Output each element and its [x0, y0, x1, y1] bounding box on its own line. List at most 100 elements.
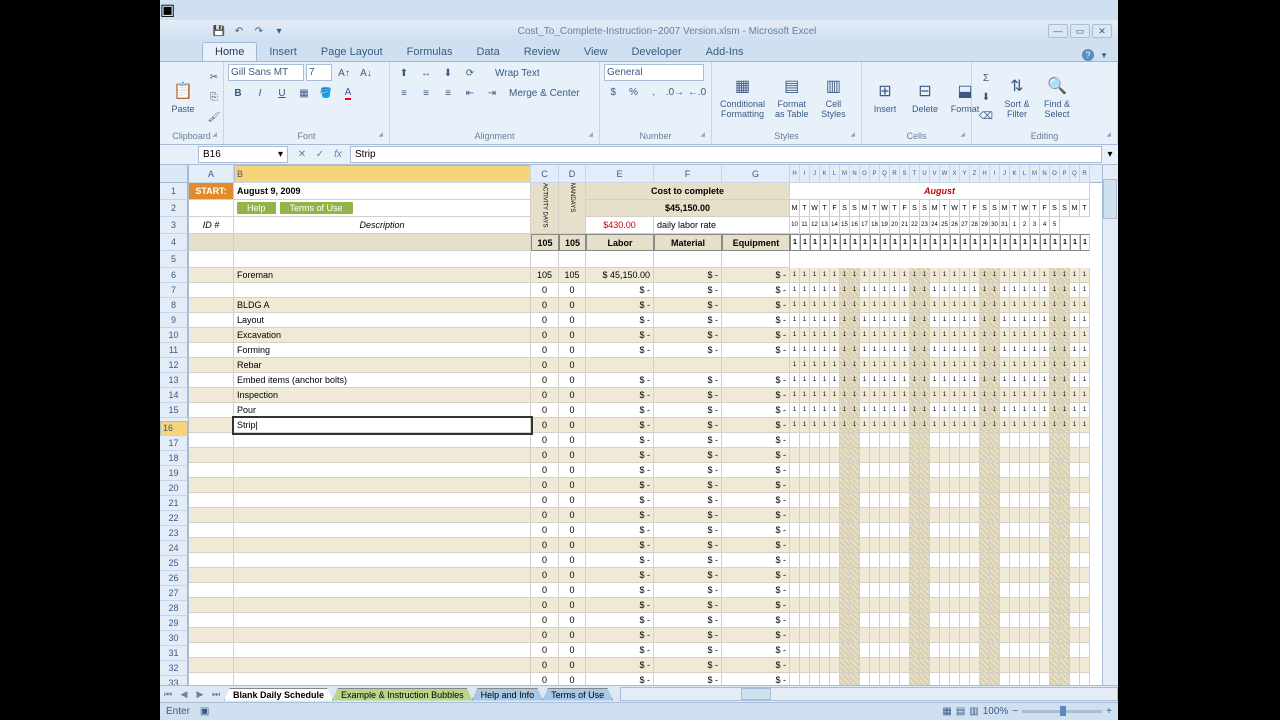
tab-addins[interactable]: Add-Ins: [694, 43, 756, 61]
font-name-select[interactable]: Gill Sans MT: [228, 64, 304, 81]
wrap-text-button[interactable]: Wrap Text: [490, 64, 545, 82]
insert-button[interactable]: ⊞Insert: [866, 77, 904, 117]
shrink-font-icon[interactable]: A↓: [356, 64, 376, 82]
vertical-scrollbar[interactable]: [1102, 165, 1118, 685]
view-break-icon[interactable]: ▥: [969, 706, 978, 717]
worksheet: 1234567891011121314151617181920212223242…: [160, 165, 1118, 685]
bold-icon[interactable]: B: [228, 84, 248, 102]
name-box[interactable]: B16▾: [198, 146, 288, 163]
inc-dec-icon[interactable]: .0→: [665, 83, 685, 101]
tab-nav-last[interactable]: ⏭: [208, 689, 224, 700]
enter-icon[interactable]: ✓: [312, 149, 328, 160]
minimize-button[interactable]: —: [1048, 24, 1068, 38]
number-format-select[interactable]: General: [604, 64, 704, 81]
formula-input[interactable]: Strip: [350, 146, 1102, 163]
tab-formulas[interactable]: Formulas: [395, 43, 465, 61]
currency-icon[interactable]: $: [604, 83, 622, 101]
fx-icon[interactable]: fx: [330, 149, 346, 160]
align-center-icon[interactable]: ≡: [416, 84, 436, 102]
ribbon-min-icon[interactable]: ▾: [1098, 49, 1110, 61]
tab-developer[interactable]: Developer: [619, 43, 693, 61]
align-bot-icon[interactable]: ⬇: [438, 64, 458, 82]
find-select-button[interactable]: 🔍Find &Select: [1038, 72, 1076, 122]
office-button[interactable]: ▣: [160, 0, 1118, 20]
undo-icon[interactable]: ↶: [232, 24, 246, 38]
paste-button[interactable]: 📋Paste: [164, 77, 202, 117]
sheet-tab[interactable]: Blank Daily Schedule: [224, 688, 333, 701]
delete-button[interactable]: ⊟Delete: [906, 77, 944, 117]
tab-review[interactable]: Review: [512, 43, 572, 61]
zoom-slider[interactable]: [1022, 710, 1102, 713]
align-mid-icon[interactable]: ↔: [416, 64, 436, 82]
zoom-in-icon[interactable]: +: [1106, 706, 1112, 717]
clear-icon[interactable]: ⌫: [976, 107, 996, 125]
tab-view[interactable]: View: [572, 43, 620, 61]
horizontal-scrollbar[interactable]: [620, 687, 1118, 701]
group-styles: Styles: [716, 130, 857, 142]
sheet-tabs: ⏮ ◀ ▶ ⏭ Blank Daily ScheduleExample & In…: [160, 685, 1118, 702]
view-normal-icon[interactable]: ▦: [942, 706, 951, 717]
group-number: Number: [604, 130, 707, 142]
window-title: Cost_To_Complete-Instruction~2007 Versio…: [286, 26, 1048, 37]
indent-dec-icon[interactable]: ⇤: [460, 84, 480, 102]
merge-center-button[interactable]: Merge & Center: [504, 84, 585, 102]
orient-icon[interactable]: ⟳: [460, 64, 480, 82]
fill-down-icon[interactable]: ⬇: [976, 88, 996, 106]
percent-icon[interactable]: %: [624, 83, 642, 101]
painter-icon[interactable]: 🖌: [204, 108, 224, 126]
help-icon[interactable]: ?: [1082, 49, 1094, 61]
indent-inc-icon[interactable]: ⇥: [482, 84, 502, 102]
group-font: Font: [228, 130, 385, 142]
fill-icon[interactable]: 🪣: [316, 84, 336, 102]
tab-data[interactable]: Data: [464, 43, 511, 61]
close-button[interactable]: ✕: [1092, 24, 1112, 38]
redo-icon[interactable]: ↷: [252, 24, 266, 38]
align-left-icon[interactable]: ≡: [394, 84, 414, 102]
italic-icon[interactable]: I: [250, 84, 270, 102]
formula-bar: B16▾ ✕✓fx Strip ▾: [160, 145, 1118, 165]
dec-dec-icon[interactable]: ←.0: [687, 83, 707, 101]
grow-font-icon[interactable]: A↑: [334, 64, 354, 82]
border-icon[interactable]: ▦: [294, 84, 314, 102]
status-bar: Enter ▣ ▦ ▤ ▥ 100% − +: [160, 702, 1118, 720]
macro-record-icon[interactable]: ▣: [200, 706, 209, 717]
sheet-tab[interactable]: Example & Instruction Bubbles: [332, 688, 473, 701]
cond-format-button[interactable]: ▦ConditionalFormatting: [716, 72, 769, 122]
font-size-select[interactable]: 7: [306, 64, 332, 81]
column-headers[interactable]: ABCDEFGHIJKLMNOPQRSTUVWXYZHIJKLMNOPQR: [189, 165, 1102, 183]
row-headers[interactable]: 1234567891011121314151617181920212223242…: [160, 165, 189, 685]
zoom-level[interactable]: 100%: [983, 706, 1009, 717]
view-layout-icon[interactable]: ▤: [956, 706, 965, 717]
group-editing: Editing: [976, 130, 1113, 142]
underline-icon[interactable]: U: [272, 84, 292, 102]
titlebar: 💾 ↶ ↷ ▾ Cost_To_Complete-Instruction~200…: [160, 20, 1118, 42]
format-table-button[interactable]: ▤Formatas Table: [771, 72, 812, 122]
cancel-icon[interactable]: ✕: [294, 149, 310, 160]
cut-icon[interactable]: ✂: [204, 68, 224, 86]
align-top-icon[interactable]: ⬆: [394, 64, 414, 82]
maximize-button[interactable]: ▭: [1070, 24, 1090, 38]
sheet-tab[interactable]: Help and Info: [472, 688, 544, 701]
expand-formula-icon[interactable]: ▾: [1102, 149, 1118, 160]
zoom-out-icon[interactable]: −: [1012, 706, 1018, 717]
tab-page-layout[interactable]: Page Layout: [309, 43, 395, 61]
autosum-icon[interactable]: Σ: [976, 69, 996, 87]
sheet-tab[interactable]: Terms of Use: [542, 688, 613, 701]
cell-grid[interactable]: START:August 9, 2009ACTIVITY DAYSMANDAYS…: [189, 183, 1102, 685]
cell-styles-button[interactable]: ▥CellStyles: [814, 72, 852, 122]
tab-nav-prev[interactable]: ◀: [176, 689, 192, 700]
tab-insert[interactable]: Insert: [257, 43, 309, 61]
save-icon[interactable]: 💾: [212, 24, 226, 38]
tab-nav-next[interactable]: ▶: [192, 689, 208, 700]
font-color-icon[interactable]: A: [338, 84, 358, 102]
sort-filter-button[interactable]: ⇅Sort &Filter: [998, 72, 1036, 122]
comma-icon[interactable]: ,: [645, 83, 663, 101]
group-clipboard: Clipboard: [164, 130, 219, 142]
qat-dropdown-icon[interactable]: ▾: [272, 24, 286, 38]
copy-icon[interactable]: ⎘: [204, 88, 224, 106]
tab-home[interactable]: Home: [202, 42, 257, 61]
excel-window: ▣ 💾 ↶ ↷ ▾ Cost_To_Complete-Instruction~2…: [160, 0, 1118, 720]
tab-nav-first[interactable]: ⏮: [160, 689, 176, 700]
quick-access-toolbar: 💾 ↶ ↷ ▾: [212, 24, 286, 38]
align-right-icon[interactable]: ≡: [438, 84, 458, 102]
